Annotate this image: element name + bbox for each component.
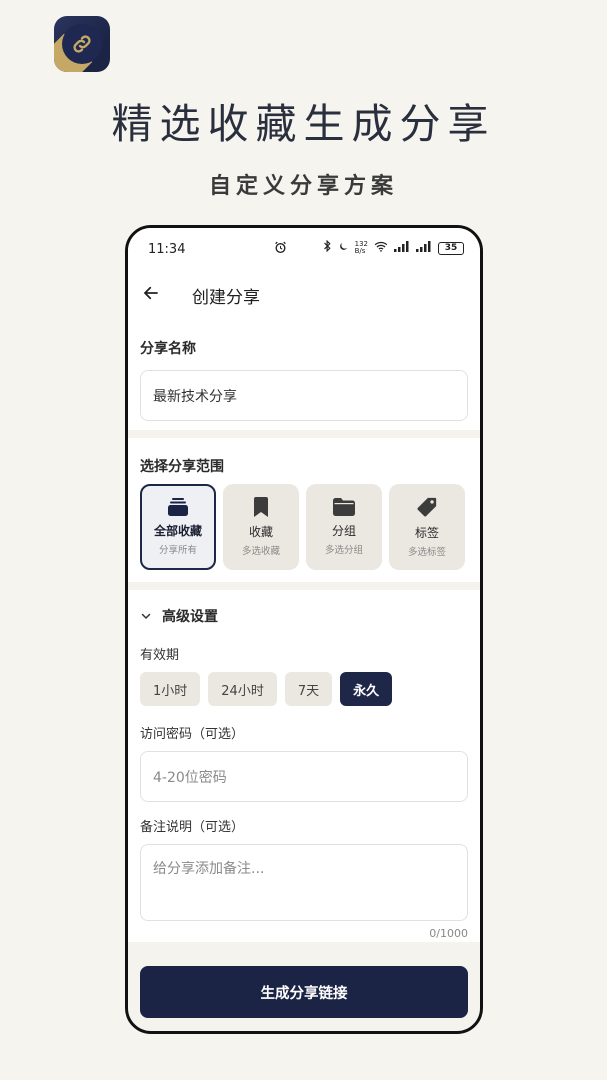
generate-link-button[interactable]: 生成分享链接 [140,966,468,1018]
wifi-icon [374,241,388,256]
bookmark-icon [254,497,268,517]
scope-option-title: 标签 [414,526,439,540]
share-name-input[interactable]: 最新技术分享 [140,370,468,421]
validity-chip-forever[interactable]: 永久 [340,672,393,706]
status-time: 11:34 [148,241,186,257]
signal-icon [416,240,432,256]
promo-subtitle: 自定义分享方案 [208,173,398,199]
network-speed: 132 B/s [354,240,368,255]
advanced-label: 高级设置 [162,609,218,625]
scope-option-favorites[interactable]: 收藏 多选收藏 [223,484,299,570]
validity-chip-24h[interactable]: 24小时 [208,672,277,706]
scope-option-title: 分组 [331,524,356,538]
tag-icon [417,497,437,517]
share-name-section: 分享名称 最新技术分享 [128,320,480,430]
promo-title: 精选收藏生成分享 [111,100,496,148]
scope-option-subtitle: 分享所有 [158,545,197,556]
app-header: 创建分享 [128,270,480,320]
password-input[interactable]: 4-20位密码 [140,751,468,802]
password-label: 访问密码（可选） [140,727,245,742]
back-button[interactable] [142,283,178,307]
validity-chip-1h[interactable]: 1小时 [140,672,201,706]
share-name-label: 分享名称 [140,341,196,357]
status-bar: 11:34 132 B/s 35 [128,228,480,270]
scope-option-subtitle: 多选标签 [407,547,446,558]
alarm-icon [274,241,287,258]
scope-section: 选择分享范围 全部收藏 分享所有 收藏 多选收藏 分组 多选分组 标签 多选标签 [128,438,480,582]
scope-option-tags[interactable]: 标签 多选标签 [389,484,465,570]
moon-icon [338,241,349,256]
validity-label: 有效期 [140,648,180,663]
note-label: 备注说明（可选） [140,820,245,835]
phone-frame: 11:34 132 B/s 35 创建分享 分享名称 最新技术分享 选择分享范围… [125,225,483,1034]
scope-option-subtitle: 多选分组 [324,545,363,556]
app-logo [54,16,110,72]
validity-chip-7d[interactable]: 7天 [284,672,333,706]
scope-option-subtitle: 多选收藏 [241,546,280,557]
arrow-left-icon [143,286,158,300]
scope-label: 选择分享范围 [140,459,224,475]
stack-icon [168,498,188,516]
scope-option-title: 收藏 [248,525,273,539]
folder-icon [333,498,355,516]
battery-icon: 35 [438,241,464,255]
note-counter: 0/1000 [429,927,468,940]
signal-icon [394,240,410,256]
advanced-section: 高级设置 有效期 1小时 24小时 7天 永久 访问密码（可选） 4-20位密码… [128,590,480,942]
scope-option-title: 全部收藏 [153,524,202,538]
bluetooth-icon [323,239,332,256]
scope-option-groups[interactable]: 分组 多选分组 [306,484,382,570]
scope-option-all[interactable]: 全部收藏 分享所有 [140,484,216,570]
link-icon [62,24,102,64]
advanced-toggle[interactable]: 高级设置 [140,606,468,626]
page-title: 创建分享 [192,287,260,308]
chevron-down-icon [141,613,151,620]
note-textarea[interactable]: 给分享添加备注... [140,844,468,921]
